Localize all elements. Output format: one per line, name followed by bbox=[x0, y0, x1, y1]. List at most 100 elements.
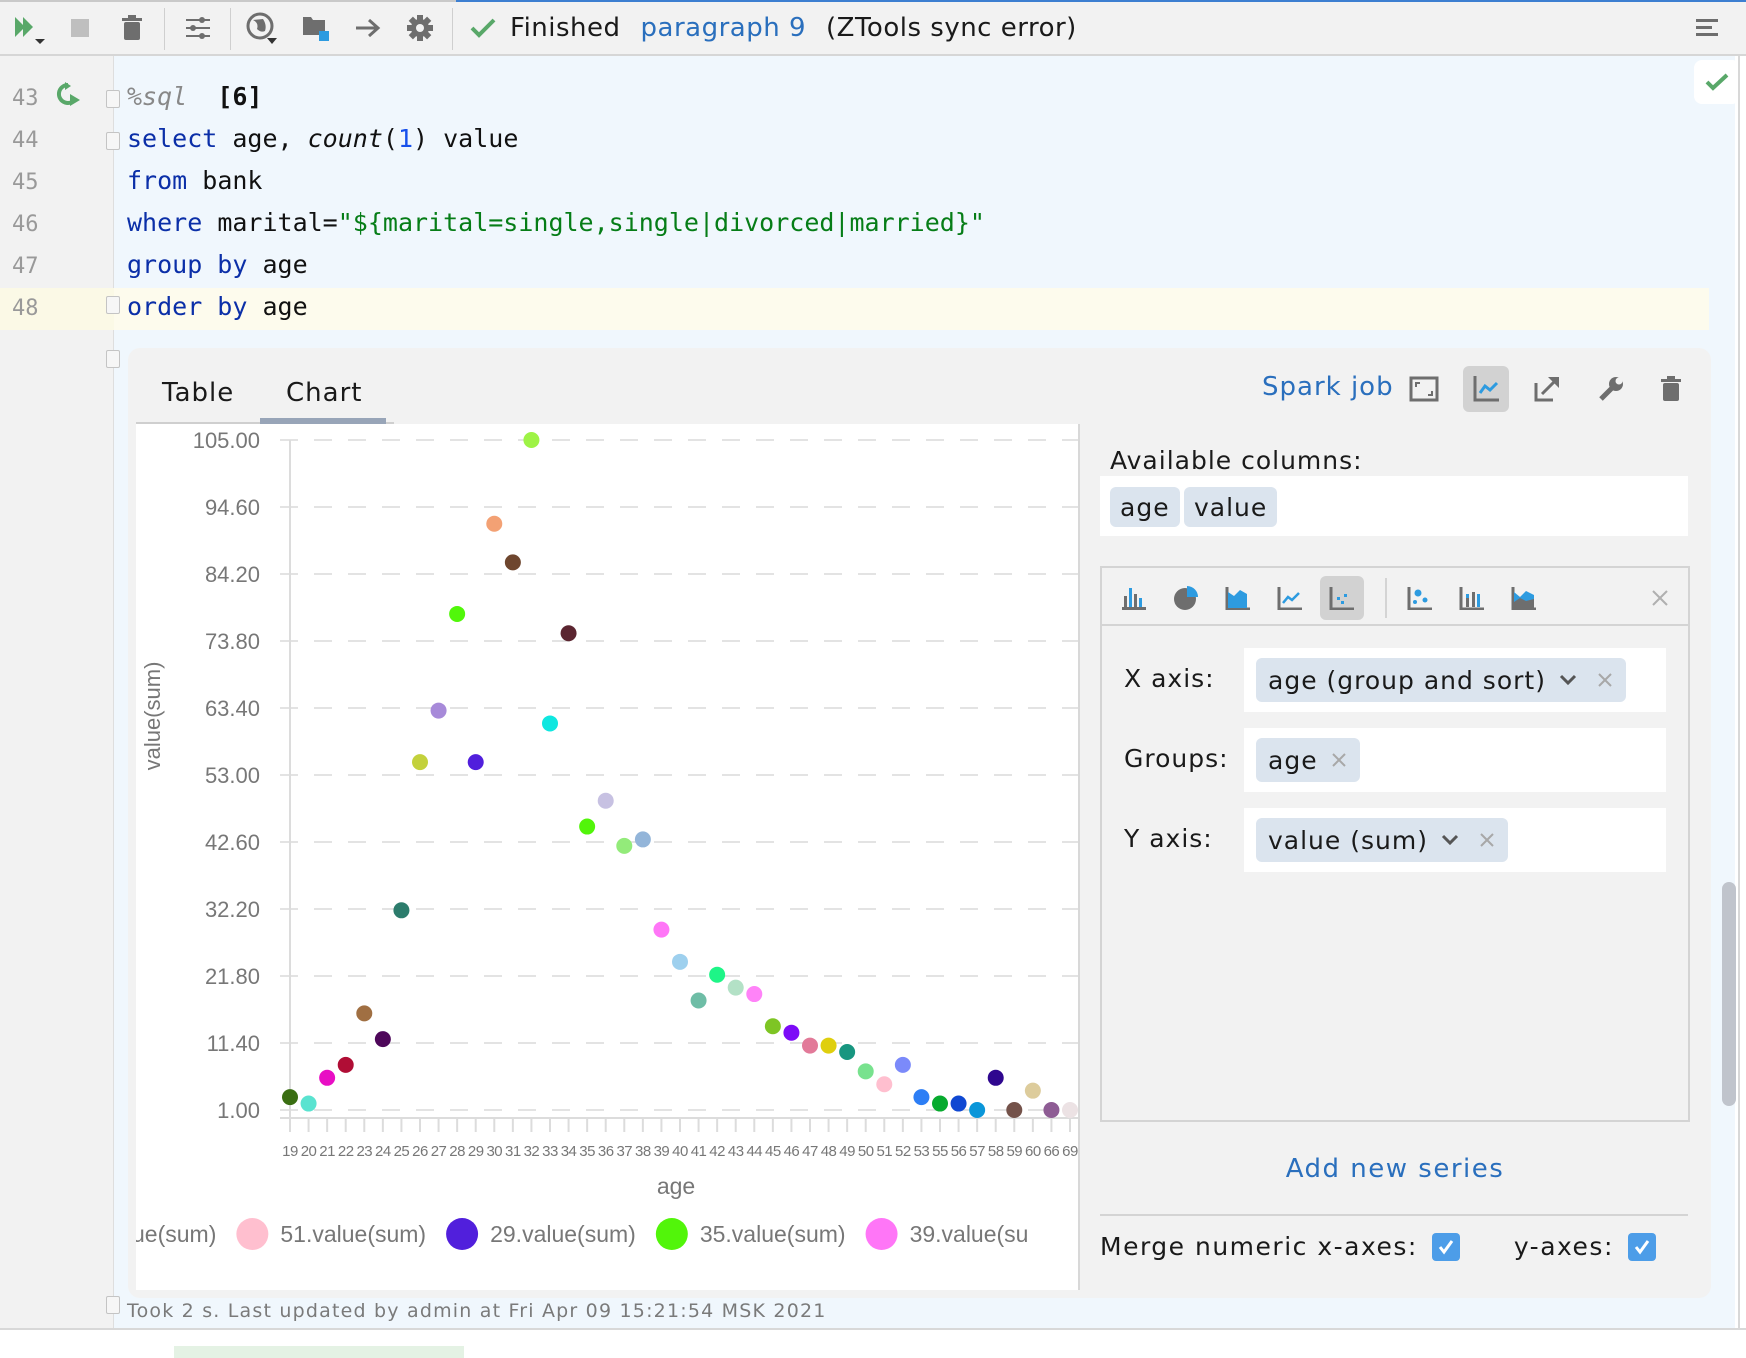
tab-table[interactable]: Table bbox=[162, 368, 234, 418]
x-tick-label: 58 bbox=[988, 1143, 1004, 1160]
bar-chart-icon[interactable] bbox=[1112, 576, 1156, 620]
data-point bbox=[820, 1037, 837, 1054]
data-point bbox=[913, 1089, 930, 1106]
notebook-toolbar: Finished paragraph 9 (ZTools sync error) bbox=[0, 0, 1746, 56]
line-number: 43 bbox=[12, 86, 39, 111]
settings-sliders-icon[interactable] bbox=[180, 10, 216, 46]
rerun-paragraph-icon[interactable] bbox=[56, 82, 82, 114]
x-tick-label: 44 bbox=[746, 1143, 762, 1160]
code-line-43[interactable]: %sql [6] bbox=[127, 82, 262, 111]
legend-marker bbox=[865, 1218, 898, 1250]
column-chip-value[interactable]: value bbox=[1184, 487, 1278, 527]
y-tick-label: 42.60 bbox=[205, 830, 260, 855]
remove-icon[interactable] bbox=[1478, 831, 1496, 849]
chevron-down-icon[interactable] bbox=[1558, 673, 1578, 687]
y-tick-label: 63.40 bbox=[205, 696, 260, 721]
data-point bbox=[486, 515, 503, 532]
inspection-status[interactable] bbox=[1694, 60, 1740, 104]
pie-chart-icon[interactable] bbox=[1164, 576, 1208, 620]
paragraph-link[interactable]: paragraph 9 bbox=[641, 13, 806, 43]
data-point bbox=[634, 831, 651, 848]
data-point bbox=[690, 992, 707, 1009]
merge-x-checkbox[interactable] bbox=[1431, 1232, 1460, 1261]
x-tick-label: 47 bbox=[802, 1143, 818, 1160]
data-point bbox=[672, 953, 688, 970]
code-line-47[interactable]: group by age bbox=[127, 250, 308, 279]
y-tick-label: 105.00 bbox=[193, 428, 260, 453]
data-point bbox=[412, 754, 428, 771]
delete-icon[interactable] bbox=[1648, 366, 1694, 412]
area-chart-icon[interactable] bbox=[1216, 576, 1260, 620]
scatter-chart-icon[interactable] bbox=[1320, 576, 1364, 620]
stacked-area-icon[interactable] bbox=[1502, 576, 1546, 620]
fold-marker[interactable] bbox=[106, 296, 120, 314]
fold-marker[interactable] bbox=[106, 350, 120, 368]
fold-marker[interactable] bbox=[106, 132, 120, 150]
remove-icon[interactable] bbox=[1596, 671, 1614, 689]
x-axis-chip[interactable]: age (group and sort) bbox=[1256, 658, 1626, 702]
data-point bbox=[597, 792, 614, 809]
data-point bbox=[319, 1069, 336, 1086]
menu-lines-icon[interactable] bbox=[1690, 10, 1726, 46]
fold-marker[interactable] bbox=[106, 90, 120, 108]
x-tick-label: 60 bbox=[1025, 1143, 1041, 1160]
interpreter-directive: %sql bbox=[127, 82, 188, 111]
code-line-45[interactable]: from bank bbox=[127, 166, 262, 195]
wrench-icon[interactable] bbox=[1588, 366, 1634, 412]
tab-chart[interactable]: Chart bbox=[286, 368, 362, 418]
sql-text: ) value bbox=[413, 124, 519, 153]
sql-text: age bbox=[247, 292, 308, 321]
export-icon[interactable] bbox=[1524, 366, 1570, 412]
stop-icon[interactable] bbox=[62, 10, 98, 46]
data-point bbox=[504, 554, 521, 571]
x-tick-label: 42 bbox=[709, 1143, 725, 1160]
fullscreen-icon[interactable] bbox=[1401, 366, 1447, 412]
sql-keyword: where bbox=[127, 208, 203, 237]
status-label: Finished bbox=[510, 13, 621, 43]
code-line-44[interactable]: select age, count(1) value bbox=[127, 124, 518, 153]
merge-y-checkbox[interactable] bbox=[1627, 1232, 1656, 1261]
y-tick-label: 73.80 bbox=[205, 629, 260, 654]
chart-icon[interactable] bbox=[1463, 366, 1509, 412]
groups-chip[interactable]: age bbox=[1256, 738, 1360, 782]
stacked-bar-icon[interactable] bbox=[1450, 576, 1494, 620]
arrow-right-icon[interactable] bbox=[350, 10, 386, 46]
type-separator bbox=[1385, 578, 1387, 618]
line-number: 45 bbox=[12, 170, 39, 195]
line-chart-icon[interactable] bbox=[1268, 576, 1312, 620]
interpreter-globe-icon[interactable] bbox=[244, 10, 280, 46]
x-axis-value: age (group and sort) bbox=[1268, 665, 1546, 695]
spark-job-link[interactable]: Spark job bbox=[1262, 372, 1394, 402]
bubble-chart-icon[interactable] bbox=[1398, 576, 1442, 620]
x-tick-label: 36 bbox=[598, 1143, 614, 1160]
fold-marker[interactable] bbox=[106, 1296, 120, 1314]
add-new-series-link[interactable]: Add new series bbox=[1100, 1154, 1690, 1184]
x-tick-label: 55 bbox=[932, 1143, 948, 1160]
toolbar-separator bbox=[164, 8, 165, 50]
gear-icon[interactable] bbox=[402, 10, 438, 46]
y-tick-label: 94.60 bbox=[205, 495, 260, 520]
x-tick-label: 35 bbox=[579, 1143, 595, 1160]
delete-icon[interactable] bbox=[114, 10, 150, 46]
code-line-48[interactable]: order by age bbox=[127, 292, 308, 321]
window-edge bbox=[1738, 56, 1746, 1358]
run-all-icon[interactable] bbox=[10, 10, 46, 46]
column-chip-age[interactable]: age bbox=[1110, 487, 1180, 527]
chevron-down-icon[interactable] bbox=[1440, 833, 1460, 847]
close-series-icon[interactable] bbox=[1638, 576, 1682, 620]
sql-text: marital= bbox=[202, 208, 338, 237]
data-point bbox=[282, 1089, 298, 1106]
chart-type-bar bbox=[1102, 568, 1688, 626]
folder-icon[interactable] bbox=[298, 10, 334, 46]
x-tick-label: 56 bbox=[951, 1143, 967, 1160]
remove-icon[interactable] bbox=[1330, 751, 1348, 769]
vertical-scrollbar[interactable] bbox=[1722, 882, 1736, 1106]
toolbar-separator bbox=[452, 8, 453, 50]
y-axis-chip[interactable]: value (sum) bbox=[1256, 818, 1508, 862]
data-point bbox=[969, 1102, 986, 1118]
merge-x-label: Merge numeric x-axes: bbox=[1100, 1232, 1418, 1261]
x-tick-label: 29 bbox=[468, 1143, 484, 1160]
data-point bbox=[579, 818, 596, 835]
sql-keyword: order by bbox=[127, 292, 248, 321]
code-line-46[interactable]: where marital="${marital=single,single|d… bbox=[127, 208, 985, 237]
